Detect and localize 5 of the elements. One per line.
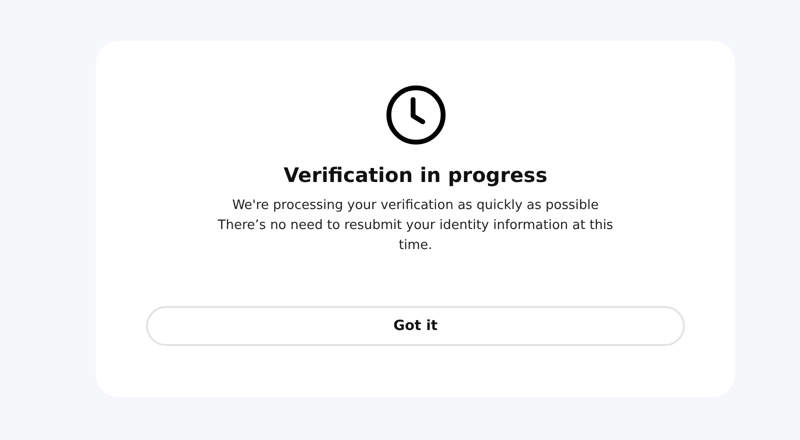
dialog-title: Verification in progress bbox=[284, 162, 548, 188]
message-text: We're processing your verification as quickly as possible bbox=[231, 197, 600, 215]
got-it-button[interactable]: Got it bbox=[146, 306, 685, 346]
clock-icon bbox=[384, 84, 446, 146]
message-text: There’s no need to resubmit your identity information at this time. bbox=[216, 217, 614, 255]
